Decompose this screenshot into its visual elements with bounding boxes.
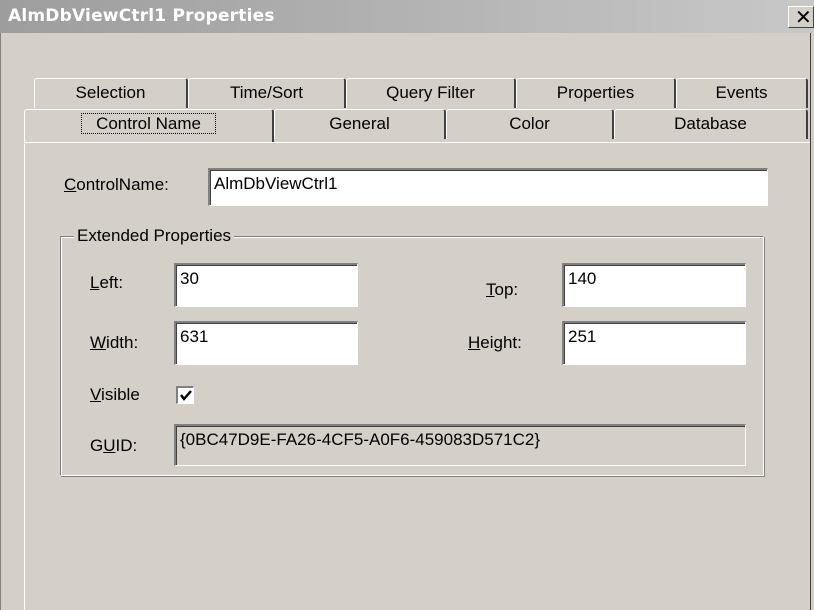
title-bar[interactable]: AlmDbViewCtrl1 Properties ✕: [0, 0, 814, 33]
tab-label: Events: [715, 83, 768, 102]
tab-label: Database: [674, 114, 747, 133]
visible-label: Visible: [90, 385, 140, 404]
tab-label: Color: [509, 114, 550, 133]
visible-checkbox[interactable]: [176, 386, 194, 404]
control-name-input[interactable]: AlmDbViewCtrl1: [208, 168, 768, 206]
tab-query-filter[interactable]: Query Filter: [346, 78, 516, 108]
tab-label: Control Name: [81, 113, 216, 134]
tab-label: General: [329, 114, 390, 133]
tab-label: Selection: [75, 83, 146, 102]
guid-label: GUID:: [90, 436, 138, 455]
tab-label: Time/Sort: [229, 83, 304, 102]
tab-general[interactable]: General: [274, 109, 446, 139]
width-input[interactable]: 631: [174, 321, 358, 365]
tab-time-sort[interactable]: Time/Sort: [188, 78, 346, 108]
tab-label: Properties: [556, 83, 635, 102]
tab-label: Query Filter: [386, 83, 475, 102]
tab-database[interactable]: Database: [614, 109, 808, 139]
tab-control-name[interactable]: Control Name: [24, 109, 274, 142]
top-label: Top:: [486, 280, 519, 299]
extended-properties-title: Extended Properties: [74, 226, 235, 246]
window-left-edge: [0, 33, 1, 610]
checkmark-icon: [180, 390, 192, 401]
left-label: Left:: [90, 273, 124, 292]
close-button[interactable]: ✕: [788, 5, 814, 29]
top-input[interactable]: 140: [562, 263, 746, 307]
control-name-label: ControlName:: [64, 175, 169, 194]
tab-events[interactable]: Events: [676, 78, 808, 108]
tab-selection[interactable]: Selection: [34, 78, 188, 108]
properties-dialog: AlmDbViewCtrl1 Properties ✕ Selection Ti…: [0, 0, 814, 610]
window-right-edge: [810, 33, 811, 610]
guid-field: {0BC47D9E-FA26-4CF5-A0F6-459083D571C2}: [174, 424, 746, 466]
tab-color[interactable]: Color: [446, 109, 614, 139]
height-label: Height:: [468, 333, 522, 352]
close-icon: ✕: [795, 5, 812, 29]
window-title: AlmDbViewCtrl1 Properties: [8, 6, 275, 26]
left-input[interactable]: 30: [174, 263, 358, 307]
tab-properties[interactable]: Properties: [516, 78, 676, 108]
height-input[interactable]: 251: [562, 321, 746, 365]
width-label: Width:: [90, 333, 139, 352]
